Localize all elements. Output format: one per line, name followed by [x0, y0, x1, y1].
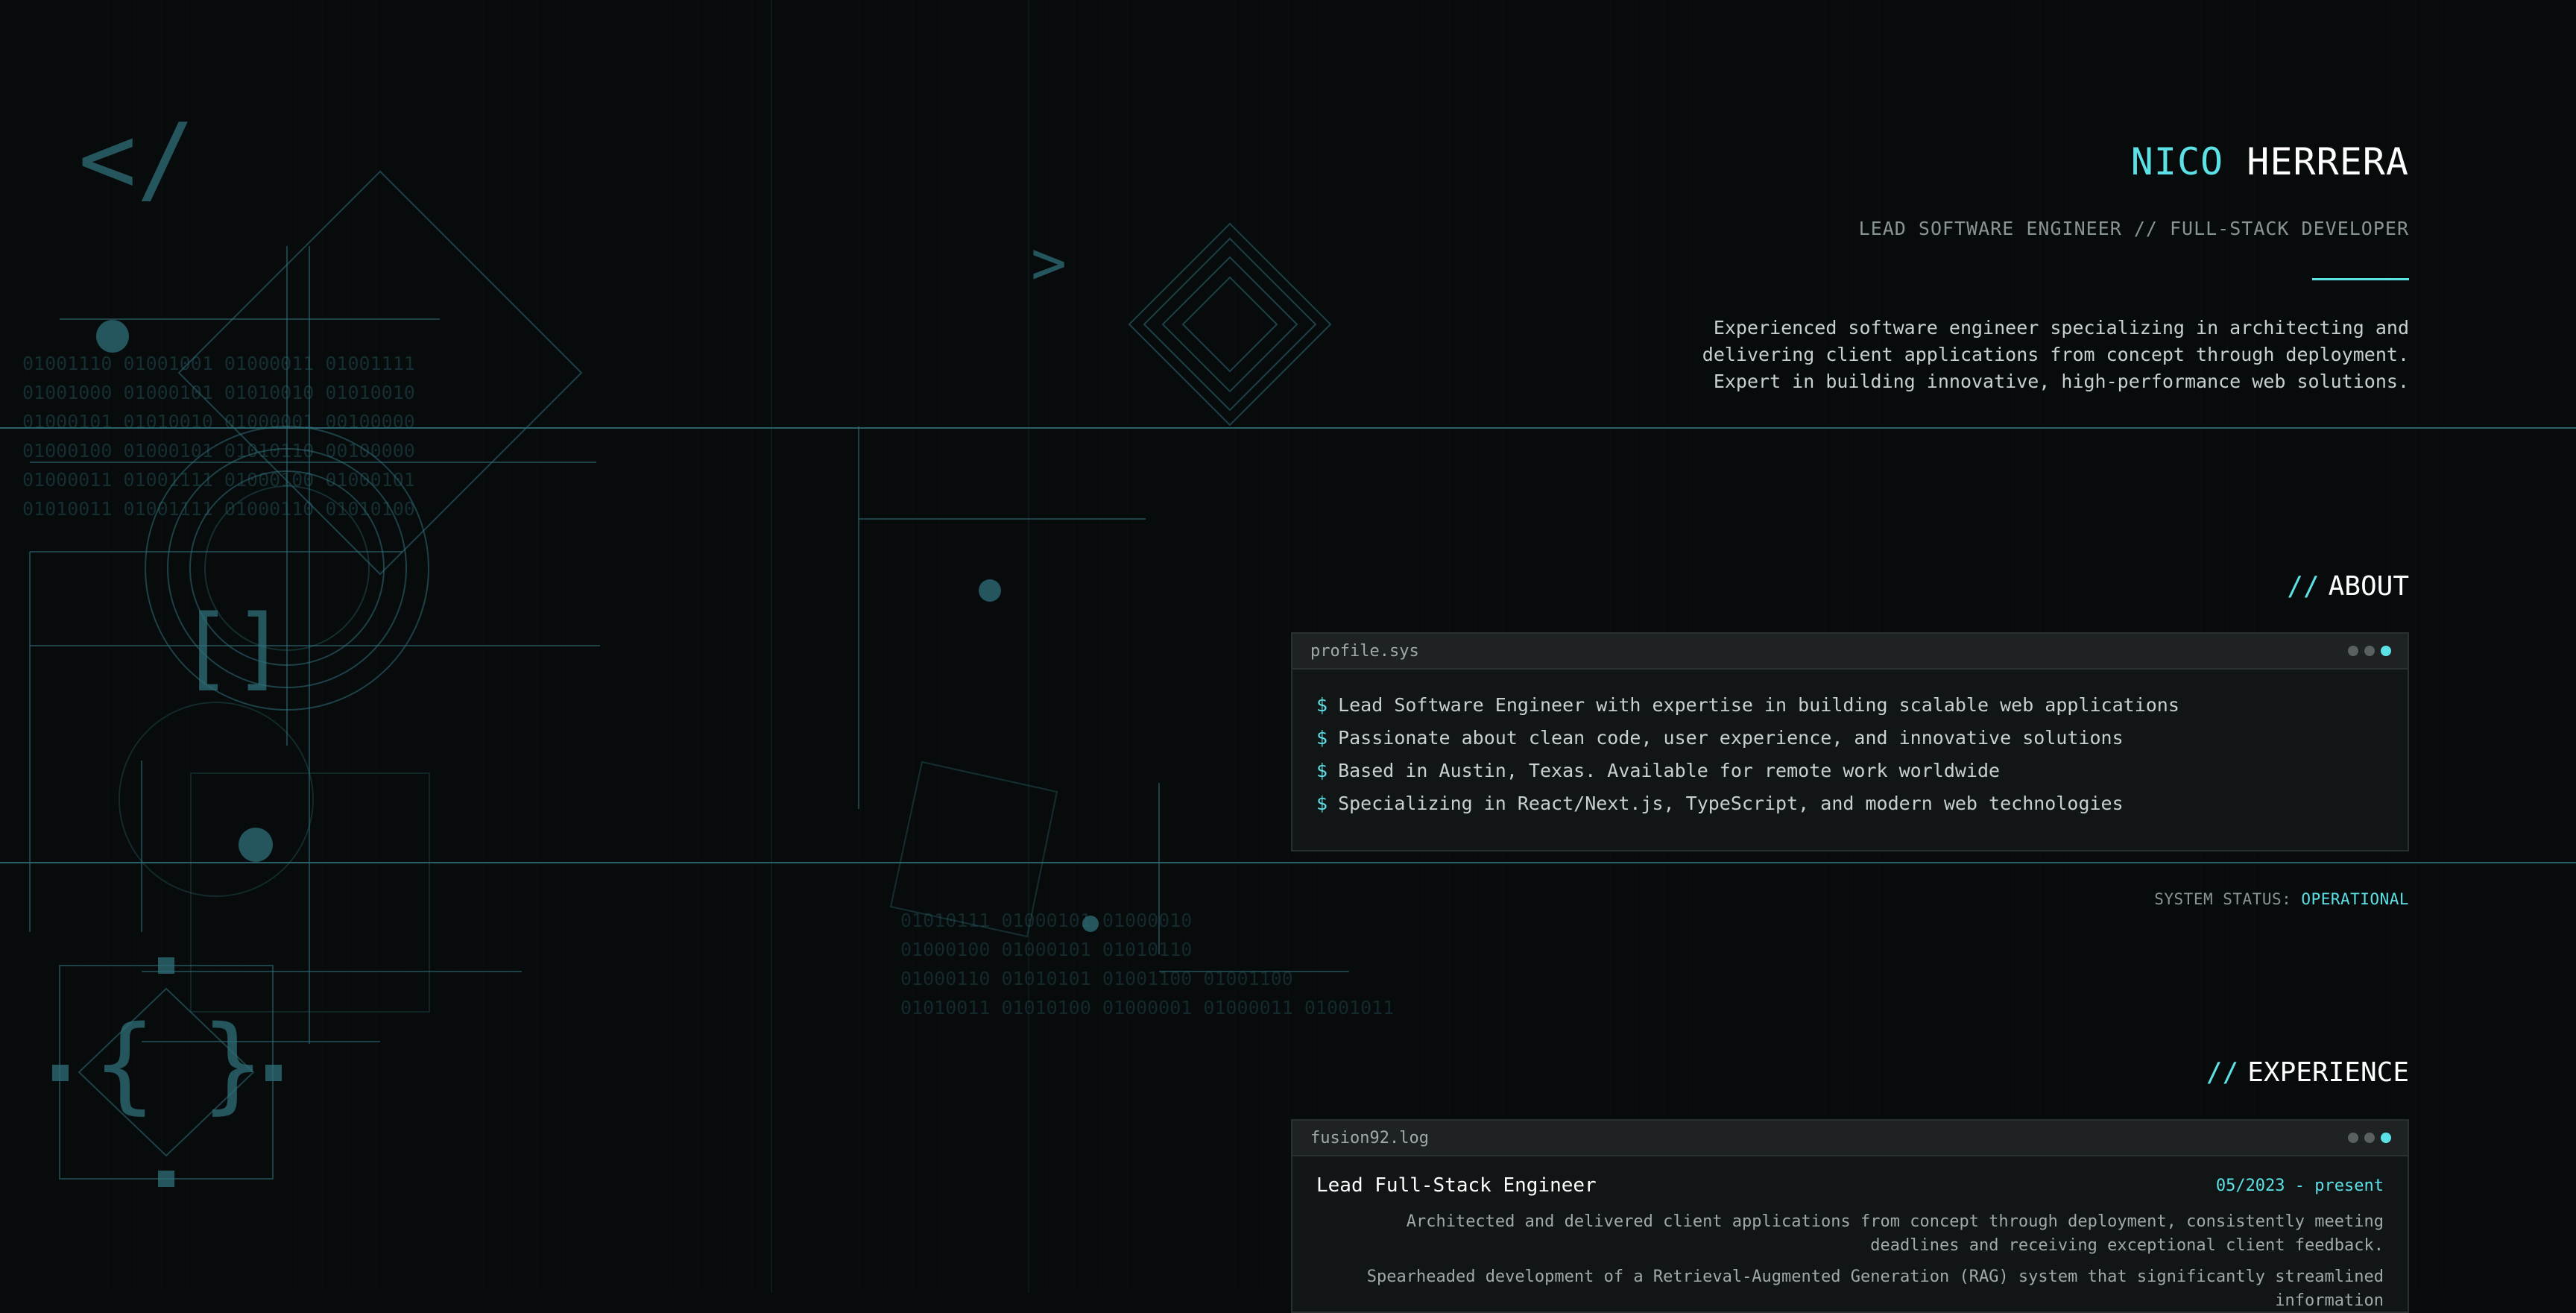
summary: Experienced software engineer specializi…	[1702, 317, 2409, 392]
experience-window: fusion92.log Lead Full-Stack Engineer 05…	[1291, 1119, 2409, 1313]
prompt-symbol: $	[1316, 760, 1328, 781]
first-name: NICO	[2130, 140, 2224, 183]
window-controls	[2348, 1133, 2391, 1143]
job-desc-paragraph: Spearheaded development of a Retrieval-A…	[1366, 1268, 2384, 1310]
window-filename: fusion92.log	[1310, 1128, 1429, 1147]
profile-lines: $ Lead Software Engineer with expertise i…	[1292, 670, 2408, 840]
profile-line-text: Specializing in React/Next.js, TypeScrip…	[1338, 793, 2124, 814]
profile-line-text: Lead Software Engineer with expertise in…	[1338, 694, 2179, 716]
profile-line-text: Passionate about clean code, user experi…	[1338, 727, 2124, 749]
job-header: Lead Full-Stack Engineer 05/2023 - prese…	[1292, 1156, 2408, 1197]
about-heading: // ABOUT	[2287, 571, 2409, 602]
window-dot[interactable]	[2348, 646, 2358, 656]
chevron-glyph: >	[1031, 228, 1067, 297]
window-dot[interactable]	[2348, 1133, 2358, 1143]
scan-line-bottom	[0, 862, 2576, 863]
profile-line-text: Based in Austin, Texas. Available for re…	[1338, 760, 2001, 781]
node-dot	[96, 320, 129, 353]
window-dot[interactable]	[2364, 1133, 2375, 1143]
experience-title: EXPERIENCE	[2247, 1057, 2409, 1088]
prompt-symbol: $	[1316, 694, 1328, 716]
scan-line-top	[0, 427, 2576, 429]
node-dot	[979, 579, 1001, 602]
code-close-glyph: </	[78, 102, 195, 215]
prompt-symbol: $	[1316, 793, 1328, 814]
about-slashes: //	[2287, 571, 2320, 602]
window-titlebar: fusion92.log	[1292, 1121, 2408, 1156]
page-title: NICO HERRERA	[2131, 140, 2409, 183]
profile-line: $ Based in Austin, Texas. Available for r…	[1316, 755, 2384, 787]
system-status: SYSTEM STATUS: OPERATIONAL	[2154, 890, 2409, 908]
window-filename: profile.sys	[1310, 641, 1419, 661]
brace-close-glyph: }	[201, 1004, 264, 1125]
binary-line: 01001000 01000101 01010010 01010010	[22, 382, 415, 403]
profile-line: $ Passionate about clean code, user exper…	[1316, 722, 2384, 755]
binary-text-2: 01010111 01000101 01000010 01000100 01000…	[900, 910, 1394, 1018]
subtitle: LEAD SOFTWARE ENGINEER // FULL-STACK DEV…	[1858, 218, 2409, 239]
about-window: profile.sys $ Lead Software Engineer with…	[1291, 632, 2409, 851]
binary-line: 01010111 01000101 01000010	[900, 910, 1192, 931]
experience-slashes: //	[2206, 1057, 2239, 1088]
last-name: HERRERA	[2247, 140, 2409, 183]
job-desc-paragraph: Architected and delivered client applica…	[1406, 1212, 2384, 1255]
binary-line: 01000100 01000101 01010110	[900, 939, 1192, 960]
binary-text-1: 01001110 01001001 01000011 01001111 01001…	[22, 353, 415, 520]
brackets-glyph: []	[179, 596, 287, 700]
brace-open-glyph: {	[93, 1004, 156, 1125]
job-title: Lead Full-Stack Engineer	[1316, 1174, 1597, 1197]
binary-line: 01000101 01010010 01000001 00100000	[22, 411, 415, 432]
binary-line: 01000100 01000101 01010110 00100000	[22, 440, 415, 462]
window-dot-active[interactable]	[2381, 646, 2391, 656]
experience-heading: // EXPERIENCE	[2206, 1057, 2409, 1088]
binary-line: 01001110 01001001 01000011 01001111	[22, 353, 415, 374]
job-description: Architected and delivered client applica…	[1292, 1197, 2408, 1313]
prompt-symbol: $	[1316, 727, 1328, 749]
title-divider	[2312, 278, 2409, 280]
binary-line: 01010011 01010100 01000001 01000011 0100…	[900, 997, 1394, 1018]
window-dot[interactable]	[2364, 646, 2375, 656]
window-controls	[2348, 646, 2391, 656]
about-title: ABOUT	[2328, 571, 2409, 602]
binary-line: 01010011 01001111 01000110 01010100	[22, 498, 415, 520]
profile-line: $ Specializing in React/Next.js, TypeScri…	[1316, 787, 2384, 820]
profile-line: $ Lead Software Engineer with expertise i…	[1316, 689, 2384, 722]
status-value: OPERATIONAL	[2301, 890, 2409, 908]
window-dot-active[interactable]	[2381, 1133, 2391, 1143]
status-label: SYSTEM STATUS:	[2154, 890, 2292, 908]
binary-line: 01000011 01001111 01000100 01000101	[22, 469, 415, 491]
binary-line: 01000110 01010101 01001100 01001100	[900, 968, 1293, 989]
node-dot	[239, 828, 273, 862]
window-titlebar: profile.sys	[1292, 634, 2408, 670]
job-dates: 05/2023 - present	[2215, 1176, 2384, 1195]
